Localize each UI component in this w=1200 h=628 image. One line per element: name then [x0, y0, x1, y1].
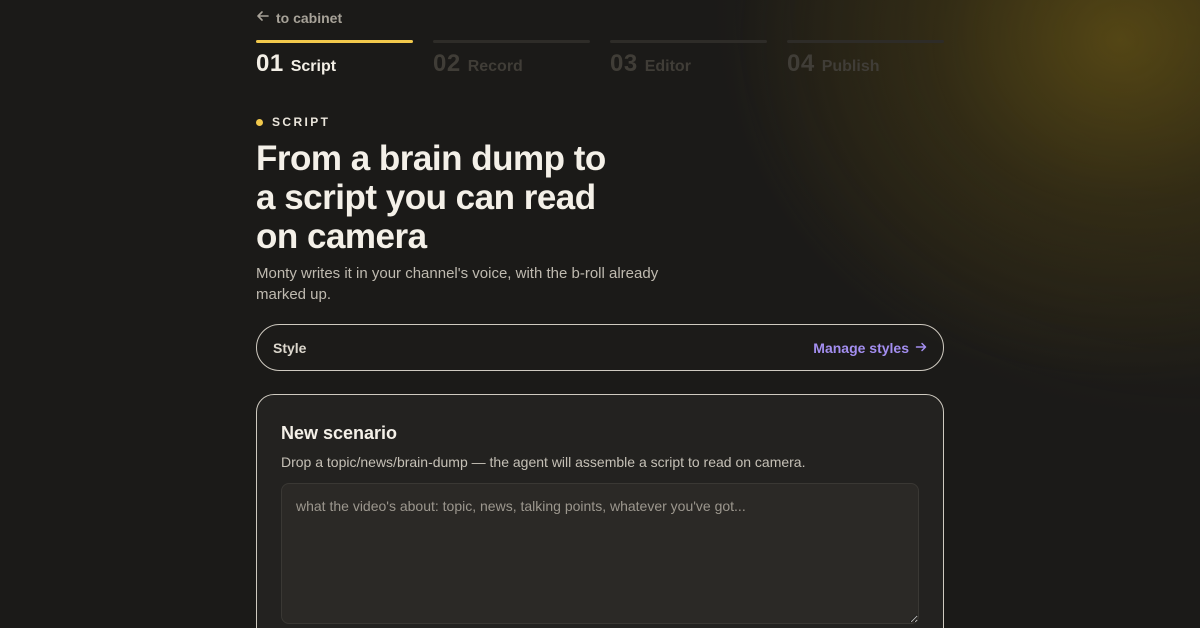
style-label: Style: [273, 339, 307, 356]
step-name: Editor: [644, 58, 691, 75]
step-name: Script: [290, 58, 337, 75]
step-number: 02: [433, 50, 461, 77]
step-name: Publish: [821, 58, 880, 75]
step-name: Record: [467, 58, 523, 75]
step-script[interactable]: 01 Script: [256, 40, 413, 80]
step-progress-bar: [433, 40, 590, 43]
step-number: 01: [256, 50, 284, 77]
arrow-left-icon: [256, 9, 270, 26]
style-selector[interactable]: Style Manage styles: [256, 324, 944, 371]
page-title: From a brain dump to a script you can re…: [256, 139, 606, 256]
step-progress-bar: [787, 40, 944, 43]
scenario-input[interactable]: [281, 483, 919, 624]
step-number: 04: [787, 50, 815, 77]
new-scenario-card: New scenario Drop a topic/news/brain-dum…: [256, 394, 944, 628]
accent-dot-icon: [256, 118, 263, 126]
step-number: 03: [610, 50, 638, 77]
manage-styles-label: Manage styles: [813, 339, 909, 356]
back-to-cabinet-link[interactable]: to cabinet: [256, 9, 342, 26]
page-subtitle: Monty writes it in your channel's voice,…: [256, 265, 659, 303]
step-publish[interactable]: 04 Publish: [787, 40, 944, 80]
step-editor[interactable]: 03 Editor: [610, 40, 767, 80]
back-link-label: to cabinet: [276, 9, 343, 26]
eyebrow-label: SCRIPT: [272, 115, 331, 129]
stepper: 01 Script 02 Record 03 Editor 04 Publish: [256, 40, 944, 80]
manage-styles-link[interactable]: Manage styles: [813, 340, 927, 356]
section-eyebrow: SCRIPT: [256, 115, 330, 129]
card-title: New scenario: [281, 423, 398, 443]
step-progress-bar: [256, 40, 413, 43]
step-progress-bar: [610, 40, 767, 43]
step-record[interactable]: 02 Record: [433, 40, 590, 80]
card-description: Drop a topic/news/brain-dump — the agent…: [281, 454, 806, 470]
arrow-right-icon: [915, 340, 927, 356]
